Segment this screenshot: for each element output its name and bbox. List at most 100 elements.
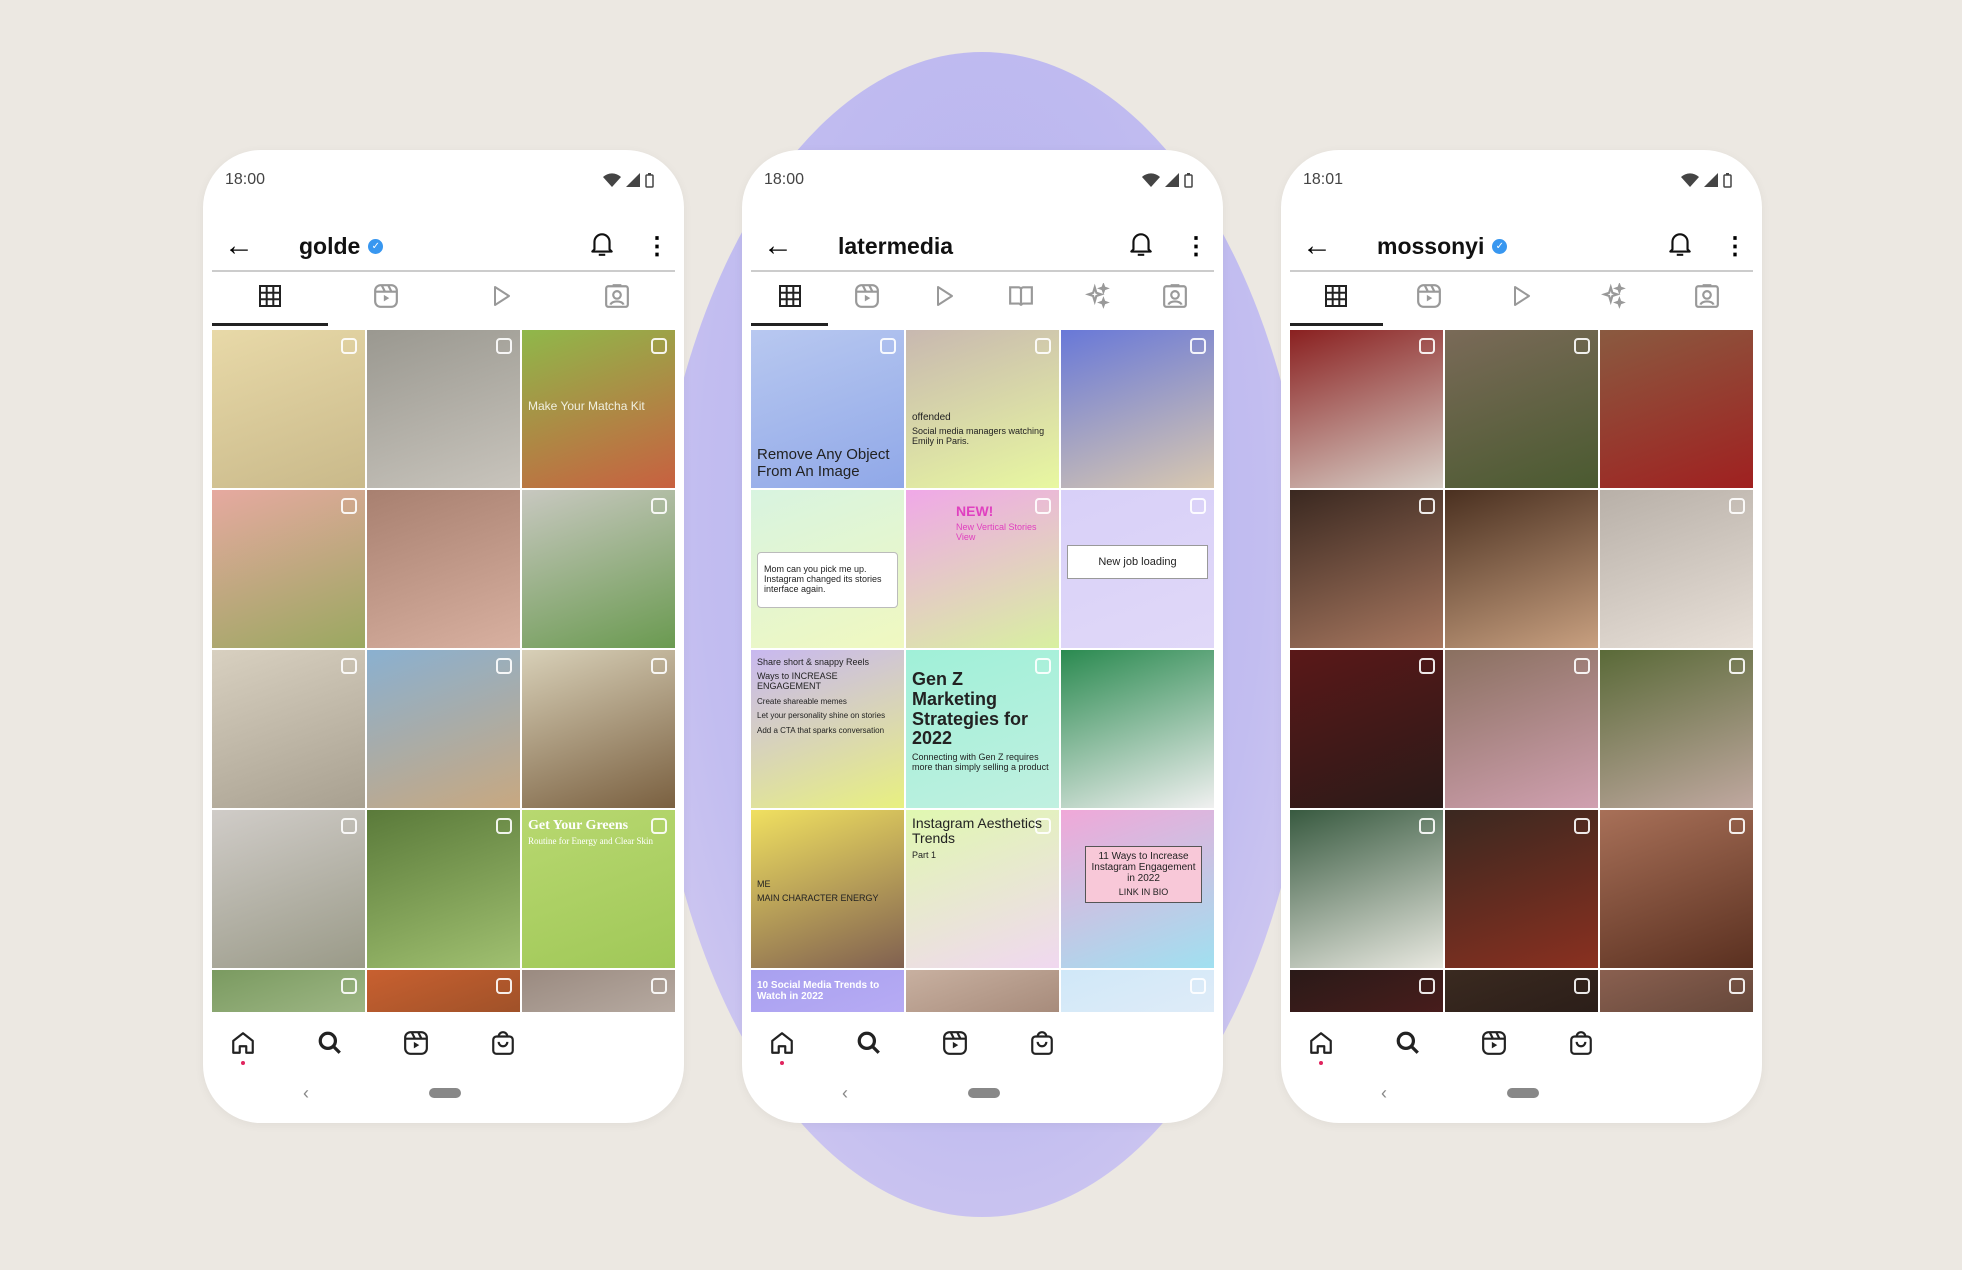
home-pill[interactable] [1507,1088,1539,1098]
post-thumbnail[interactable]: Make Your Matcha Kit [522,330,675,488]
post-thumbnail[interactable] [1290,970,1443,1012]
post-thumbnail[interactable] [1061,330,1214,488]
post-thumbnail[interactable] [367,650,520,808]
back-arrow-icon[interactable]: ← [224,231,264,261]
effects-icon [1600,281,1627,314]
tab-play[interactable] [905,274,982,326]
post-thumbnail[interactable] [212,810,365,968]
post-type-icon [1574,658,1590,674]
post-thumbnail[interactable] [367,810,520,968]
tab-reels[interactable] [1383,274,1476,326]
tab-guides[interactable] [983,274,1060,326]
post-thumbnail[interactable] [1445,330,1598,488]
post-thumbnail[interactable] [367,490,520,648]
post-thumbnail[interactable] [522,490,675,648]
tab-reels[interactable] [328,274,444,326]
nav-search[interactable] [1388,1025,1428,1065]
post-thumbnail[interactable] [1290,810,1443,968]
nav-shop[interactable] [1561,1025,1601,1065]
more-options-icon[interactable]: ⋮ [1723,232,1747,261]
post-thumbnail[interactable] [1600,810,1753,968]
post-thumbnail[interactable] [1600,490,1753,648]
tab-effects[interactable] [1568,274,1661,326]
more-options-icon[interactable]: ⋮ [1184,232,1208,261]
post-thumbnail[interactable]: 10 Social Media Trends to Watch in 2022 [751,970,904,1012]
post-thumbnail[interactable] [1600,970,1753,1012]
nav-search[interactable] [310,1025,350,1065]
tab-tagged[interactable] [559,274,675,326]
post-subtitle: Ways to INCREASE ENGAGEMENT [757,670,838,691]
home-pill[interactable] [968,1088,1000,1098]
post-thumbnail[interactable]: Gen Z Marketing Strategies for 2022 Conne… [906,650,1059,808]
tab-effects[interactable] [1060,274,1137,326]
post-thumbnail[interactable]: offended Social media managers watching E… [906,330,1059,488]
post-subtitle: LINK IN BIO [1118,887,1169,897]
bell-icon[interactable] [589,230,623,263]
tab-play[interactable] [444,274,560,326]
home-pill[interactable] [429,1088,461,1098]
post-thumbnail[interactable] [212,650,365,808]
nav-reels[interactable] [935,1025,975,1065]
post-thumbnail[interactable]: Remove Any Object From An Image [751,330,904,488]
post-thumbnail[interactable]: Mom can you pick me up. Instagram change… [751,490,904,648]
post-thumbnail[interactable]: 11 Ways to Increase Instagram Engagement… [1061,810,1214,968]
nav-home[interactable] [223,1025,263,1065]
nav-shop[interactable] [483,1025,523,1065]
post-thumbnail[interactable] [1445,810,1598,968]
tab-tagged[interactable] [1137,274,1214,326]
bell-icon[interactable] [1667,230,1701,263]
back-arrow-icon[interactable]: ← [763,231,803,261]
post-grid [1290,330,1753,1012]
search-icon [317,1030,343,1061]
post-thumbnail[interactable]: New job loading [1061,490,1214,648]
post-thumbnail[interactable] [1061,970,1214,1012]
post-thumbnail[interactable]: ME MAIN CHARACTER ENERGY [751,810,904,968]
post-thumbnail[interactable] [522,970,675,1012]
post-thumbnail[interactable] [1445,970,1598,1012]
post-thumbnail[interactable] [212,490,365,648]
status-time: 18:00 [764,171,805,188]
post-thumbnail[interactable] [212,330,365,488]
username: latermedia [838,232,954,259]
post-title: New job loading [1098,556,1177,568]
tab-tagged[interactable] [1660,274,1753,326]
system-back-icon[interactable]: ‹ [303,1083,309,1104]
nav-search[interactable] [849,1025,889,1065]
tab-reels[interactable] [828,274,905,326]
tab-grid[interactable] [1290,274,1383,326]
system-back-icon[interactable]: ‹ [842,1083,848,1104]
post-thumbnail[interactable]: Instagram Aesthetics Trends Part 1 [906,810,1059,968]
tab-grid[interactable] [212,274,328,326]
post-thumbnail[interactable] [1290,650,1443,808]
post-thumbnail[interactable] [367,330,520,488]
post-thumbnail[interactable] [1600,650,1753,808]
post-thumbnail[interactable] [367,970,520,1012]
tab-play[interactable] [1475,274,1568,326]
post-thumbnail[interactable] [1290,330,1443,488]
post-thumbnail[interactable] [906,970,1059,1012]
post-thumbnail[interactable]: Get Your Greens Routine for Energy and Cl… [522,810,675,968]
post-thumbnail[interactable] [1445,490,1598,648]
post-thumbnail[interactable] [212,970,365,1012]
post-type-icon [651,338,667,354]
bell-icon[interactable] [1128,230,1162,263]
back-arrow-icon[interactable]: ← [1302,231,1342,261]
wifi-icon [603,173,621,187]
nav-reels[interactable] [396,1025,436,1065]
tab-grid[interactable] [751,274,829,326]
post-thumbnail[interactable] [1445,650,1598,808]
post-thumbnail[interactable] [1600,330,1753,488]
post-thumbnail[interactable] [522,650,675,808]
system-back-icon[interactable]: ‹ [1381,1083,1387,1104]
more-options-icon[interactable]: ⋮ [645,232,669,261]
nav-home[interactable] [1301,1025,1341,1065]
nav-home[interactable] [762,1025,802,1065]
post-thumbnail[interactable]: Share short & snappy Reels Ways to INCREA… [751,650,904,808]
post-caption: Instagram Aesthetics Trends Part 1 [912,815,1053,861]
post-thumbnail[interactable] [1061,650,1214,808]
post-thumbnail[interactable] [1290,490,1443,648]
wifi-icon [1681,173,1699,187]
nav-reels[interactable] [1474,1025,1514,1065]
post-thumbnail[interactable]: NEW! New Vertical Stories View [906,490,1059,648]
nav-shop[interactable] [1022,1025,1062,1065]
